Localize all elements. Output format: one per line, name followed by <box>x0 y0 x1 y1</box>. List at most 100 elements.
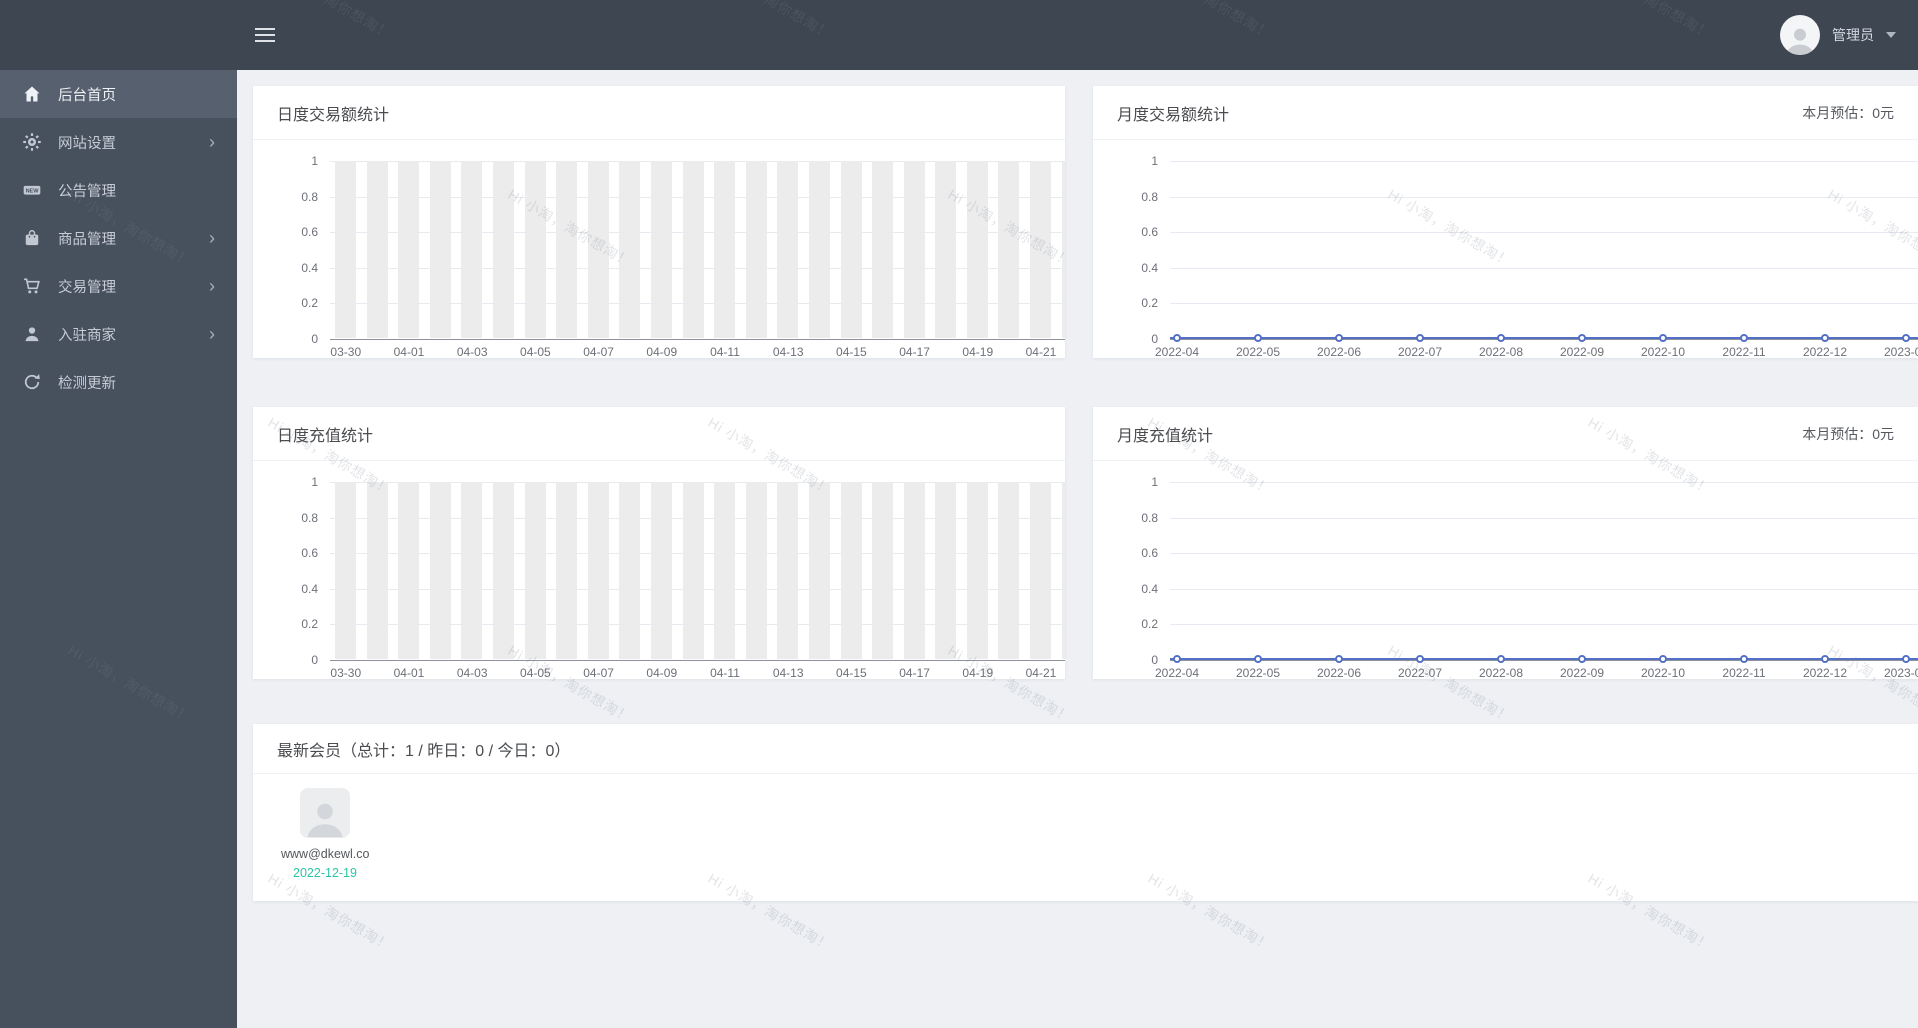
user-menu[interactable]: 管理员 <box>1780 0 1896 70</box>
bg-band <box>619 482 641 659</box>
bg-band <box>524 161 546 338</box>
chevron-right-icon: › <box>209 228 215 248</box>
grid-line <box>1170 553 1918 554</box>
data-point-dot <box>1821 333 1829 342</box>
data-point-dot <box>1335 654 1343 663</box>
data-point-dot <box>1821 654 1829 663</box>
bg-band <box>650 161 672 338</box>
data-point-dot <box>1659 333 1667 342</box>
bg-band <box>366 161 388 338</box>
data-point-dot <box>1254 654 1262 663</box>
member-item[interactable]: www@dkewl.com 2022-12-19 <box>279 788 371 880</box>
grid-line <box>1170 232 1918 233</box>
caret-down-icon <box>1886 32 1896 38</box>
chart-plot <box>330 161 1065 340</box>
monthly-recharge-chart: 1 0.8 0.6 0.4 0.2 0 2022-04 2022-05 2022-06 2022-… <box>1093 462 1918 679</box>
member-register-date: 2022-12-19 <box>293 866 357 880</box>
sidebar-item-label: 公告管理 <box>58 183 116 200</box>
grid-line <box>1170 589 1918 590</box>
gear-icon <box>22 132 42 152</box>
sidebar-item-orders[interactable]: 交易管理 › <box>0 262 237 310</box>
chart-plot <box>1170 482 1918 663</box>
monthly-estimate-label: 本月预估：0元 <box>1802 425 1894 442</box>
data-point-dot <box>1740 654 1748 663</box>
grid-line <box>1170 161 1918 162</box>
grid-line <box>1170 303 1918 304</box>
bg-band <box>935 482 957 659</box>
bg-band <box>903 482 925 659</box>
sidebar-nav: 后台首页网站设置 › NEW 公告管理商品管理 › 交易管理 › 入驻商家 › 检测更新 <box>0 70 237 406</box>
sidebar-item-home[interactable]: 后台首页 <box>0 70 237 118</box>
latest-members-card: 最新会员（总计：1 / 昨日：0 / 今日：0） www@dkewl.com 2… <box>253 724 1918 901</box>
data-point-dot <box>1578 654 1586 663</box>
bg-band <box>1030 482 1052 659</box>
card-title: 月度交易额统计 <box>1117 106 1230 124</box>
chevron-right-icon: › <box>209 324 215 344</box>
bg-band <box>682 161 704 338</box>
bg-band <box>840 482 862 659</box>
card-title: 日度充值统计 <box>277 427 374 445</box>
chart-plot <box>330 482 1065 661</box>
bg-band <box>398 161 420 338</box>
bg-band <box>872 161 894 338</box>
refresh-icon <box>22 372 42 392</box>
hamburger-menu-icon[interactable] <box>255 24 277 46</box>
data-line <box>1170 336 1918 340</box>
bg-band <box>745 161 767 338</box>
bg-band <box>998 482 1020 659</box>
sidebar-item-check-update[interactable]: 检测更新 <box>0 358 237 406</box>
bg-band <box>808 482 830 659</box>
bg-band <box>1030 161 1052 338</box>
grid-line <box>1170 660 1918 661</box>
grid-line <box>1170 268 1918 269</box>
bg-band <box>777 482 799 659</box>
bg-band <box>492 161 514 338</box>
new-badge-icon: NEW <box>22 180 42 200</box>
sidebar-item-announcements[interactable]: NEW 公告管理 <box>0 166 237 214</box>
member-email: www@dkewl.com <box>281 847 369 861</box>
sidebar-item-label: 检测更新 <box>58 375 116 392</box>
bg-band <box>872 482 894 659</box>
bg-band <box>808 161 830 338</box>
bg-band <box>777 161 799 338</box>
sidebar-item-products[interactable]: 商品管理 › <box>0 214 237 262</box>
chart-plot <box>1170 161 1918 342</box>
card-title: 月度充值统计 <box>1117 427 1214 445</box>
chevron-right-icon: › <box>209 132 215 152</box>
bg-band <box>524 482 546 659</box>
home-icon <box>22 84 42 104</box>
sidebar: 后台首页网站设置 › NEW 公告管理商品管理 › 交易管理 › 入驻商家 › 检测更新 <box>0 70 237 1028</box>
data-point-dot <box>1497 654 1505 663</box>
data-point-dot <box>1578 333 1586 342</box>
bg-band <box>366 482 388 659</box>
sidebar-item-merchants[interactable]: 入驻商家 › <box>0 310 237 358</box>
bg-band <box>556 482 578 659</box>
bar-background-bands <box>330 482 1065 659</box>
bg-band <box>335 482 356 659</box>
bg-band <box>966 161 988 338</box>
latest-members-title: 最新会员（总计：1 / 昨日：0 / 今日：0） <box>277 742 571 760</box>
member-avatar-icon <box>300 788 350 838</box>
sidebar-item-label: 网站设置 <box>58 135 116 152</box>
data-point-dot <box>1740 333 1748 342</box>
bg-band <box>745 482 767 659</box>
bg-band <box>461 482 483 659</box>
grid-line <box>330 660 1065 661</box>
sidebar-item-site-settings[interactable]: 网站设置 › <box>0 118 237 166</box>
top-bar: 管理员 <box>0 0 1918 70</box>
daily-recharge-card: 日度充值统计 1 0.8 0.6 0.4 0.2 0 03-30 04-01 04-03 04-0… <box>253 407 1065 679</box>
user-avatar-icon <box>1780 15 1820 55</box>
bg-band <box>903 161 925 338</box>
bg-band <box>398 482 420 659</box>
bg-band <box>1061 161 1065 338</box>
grid-line <box>1170 518 1918 519</box>
data-point-dot <box>1416 654 1424 663</box>
sidebar-item-label: 入驻商家 <box>58 327 116 344</box>
bg-band <box>840 161 862 338</box>
bg-band <box>587 161 609 338</box>
bg-band <box>935 161 957 338</box>
daily-transaction-card: 日度交易额统计 1 0.8 0.6 0.4 0.2 0 03-30 04-01 04-03 04-… <box>253 86 1065 358</box>
y-axis-labels: 1 0.8 0.6 0.4 0.2 0 <box>301 154 318 346</box>
bg-band <box>587 482 609 659</box>
bg-band <box>966 482 988 659</box>
